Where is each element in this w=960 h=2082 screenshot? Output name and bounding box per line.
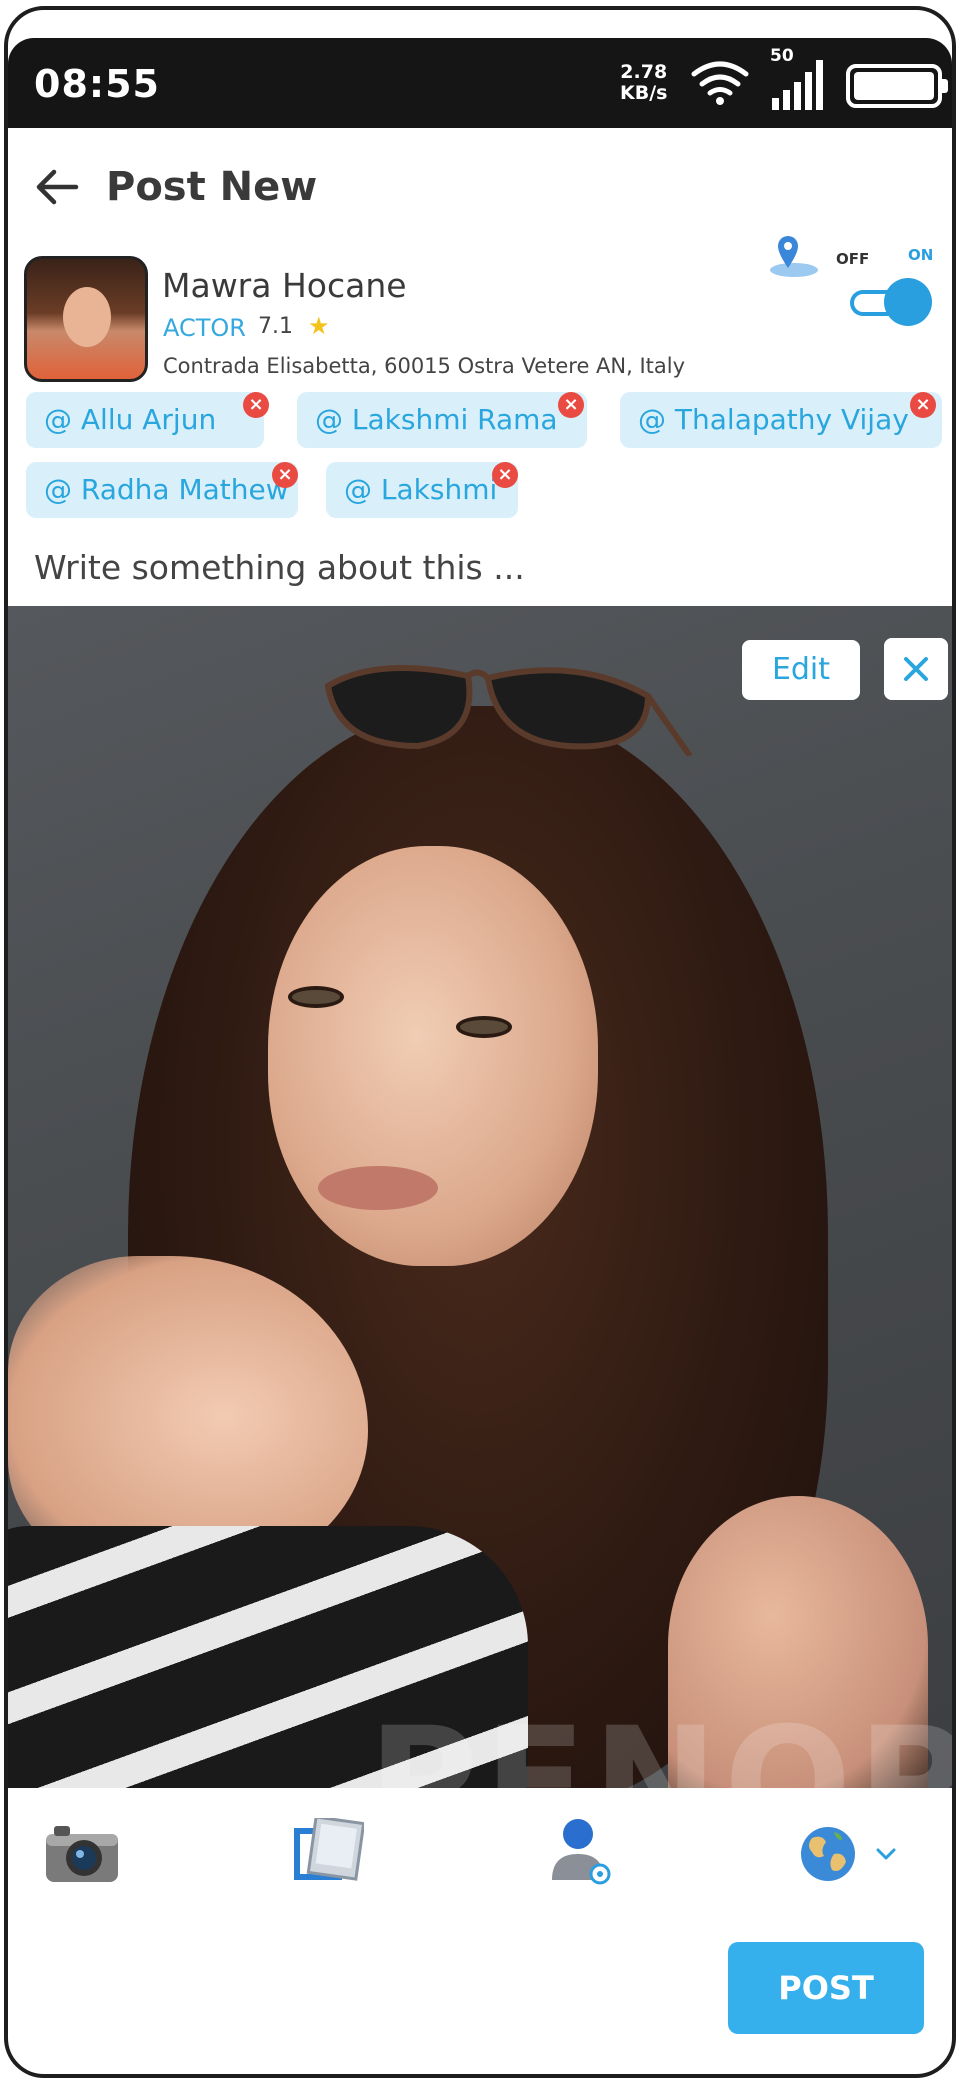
tag-people-icon[interactable]: [548, 1816, 612, 1888]
network-speed-value: 2.78: [620, 61, 668, 83]
caption-input[interactable]: [34, 542, 934, 592]
tag-remove-icon[interactable]: ×: [558, 392, 584, 418]
profile-rating: 7.1: [258, 314, 293, 339]
tag-remove-icon[interactable]: ×: [243, 392, 269, 418]
tag-label: @ Radha Mathew: [44, 473, 289, 506]
location-toggle[interactable]: [846, 276, 932, 326]
location-pin-icon: [770, 236, 818, 277]
close-icon[interactable]: [884, 638, 948, 700]
camera-icon[interactable]: [44, 1822, 120, 1884]
network-speed-unit: KB/s: [620, 82, 668, 104]
profile-role: ACTOR: [163, 314, 246, 342]
battery-icon: [846, 64, 948, 108]
back-arrow-icon[interactable]: [32, 162, 82, 212]
avatar[interactable]: [24, 256, 148, 382]
profile-name: Mawra Hocane: [162, 266, 407, 305]
chevron-down-icon[interactable]: [874, 1844, 898, 1864]
signal-icon: [772, 60, 823, 110]
wifi-icon: [691, 61, 749, 105]
post-photo: PENOP: [8, 606, 952, 1788]
tag-label: @ Lakshmi Rama: [315, 403, 558, 436]
status-time: 08:55: [34, 62, 160, 106]
tag-chip[interactable]: @ Radha Mathew: [26, 462, 298, 518]
tag-chip[interactable]: @ Allu Arjun: [26, 392, 264, 448]
page-title: Post New: [106, 164, 318, 210]
tag-label: @ Thalapathy Vijay: [638, 403, 909, 436]
tag-remove-icon[interactable]: ×: [492, 462, 518, 488]
status-bar: 08:55 2.78 KB/s 50: [8, 38, 952, 128]
phone-frame: 08:55 2.78 KB/s 50 Post New Mawra Hocane…: [4, 6, 956, 2078]
photo-watermark: PENOP: [368, 1696, 952, 1788]
globe-icon[interactable]: [798, 1824, 858, 1884]
toggle-off-label: OFF: [836, 250, 870, 268]
star-icon: ★: [308, 312, 330, 340]
tag-remove-icon[interactable]: ×: [272, 462, 298, 488]
toggle-on-label: ON: [908, 246, 934, 264]
tag-label: @ Allu Arjun: [44, 403, 217, 436]
tag-chip[interactable]: @ Lakshmi: [326, 462, 518, 518]
sunglasses-shape: [324, 665, 693, 756]
profile-location: Contrada Elisabetta, 60015 Ostra Vetere …: [163, 354, 686, 378]
network-speed: 2.78 KB/s: [620, 62, 667, 104]
tag-chip[interactable]: @ Thalapathy Vijay: [620, 392, 942, 448]
app-header: Post New: [8, 128, 952, 248]
edit-photo-button[interactable]: Edit: [742, 640, 860, 700]
tag-remove-icon[interactable]: ×: [910, 392, 936, 418]
gallery-icon[interactable]: [292, 1818, 364, 1884]
post-button[interactable]: POST: [728, 1942, 924, 2034]
tag-chip[interactable]: @ Lakshmi Rama: [297, 392, 587, 448]
tag-label: @ Lakshmi: [344, 473, 498, 506]
